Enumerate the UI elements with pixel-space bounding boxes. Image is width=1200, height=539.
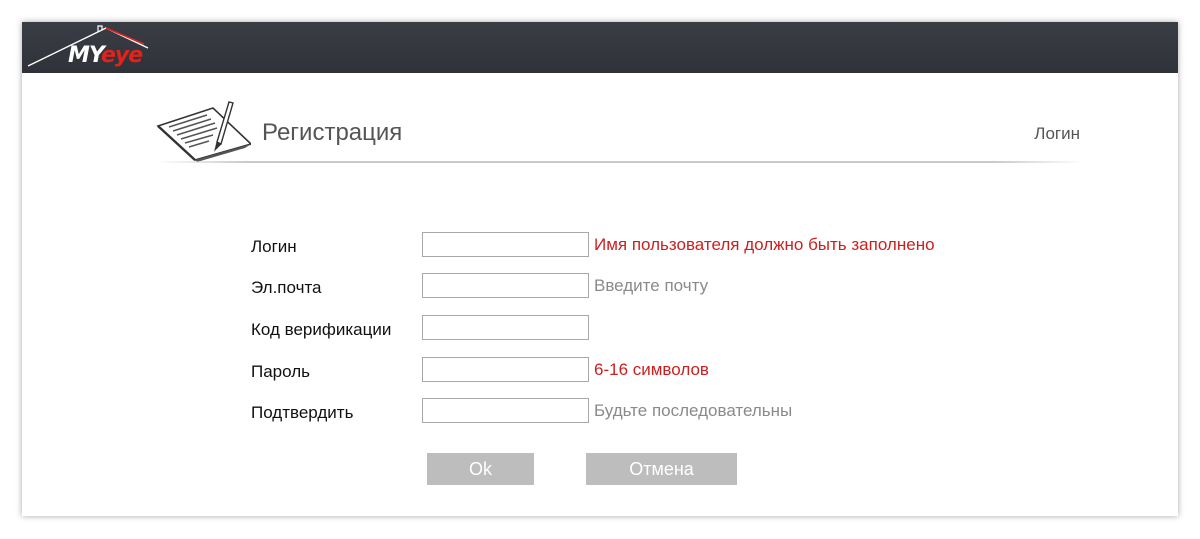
ok-button[interactable]: Ok <box>427 453 534 485</box>
email-label: Эл.почта <box>251 278 322 297</box>
form-row-verification: Код верификации <box>251 315 1011 343</box>
login-label: Логин <box>251 237 297 256</box>
confirm-password-label: Подтвердить <box>251 403 354 422</box>
confirm-password-input[interactable] <box>422 398 589 423</box>
email-hint: Введите почту <box>594 276 709 295</box>
logo-text: MYeye <box>68 43 143 68</box>
password-label: Пароль <box>251 362 310 381</box>
verification-code-input[interactable] <box>422 315 589 340</box>
confirm-password-hint: Будьте последовательны <box>594 401 793 420</box>
login-hint: Имя пользователя должно быть заполнено <box>594 235 935 254</box>
cancel-button[interactable]: Отмена <box>586 453 737 485</box>
header-divider <box>155 161 1085 163</box>
top-bar: MYeye <box>22 22 1178 73</box>
login-input[interactable] <box>422 232 589 257</box>
email-input[interactable] <box>422 273 589 298</box>
form-row-login: Логин Имя пользователя должно быть запол… <box>251 232 1011 260</box>
form-row-confirm: Подтвердить Будьте последовательны <box>251 398 1011 426</box>
form-row-password: Пароль 6-16 символов <box>251 357 1011 385</box>
logo: MYeye <box>26 22 156 73</box>
registration-window: MYeye <box>22 22 1178 516</box>
page-title: Регистрация <box>262 119 403 146</box>
document-pen-icon <box>156 101 251 162</box>
logo-accent-text: eye <box>101 43 143 68</box>
password-input[interactable] <box>422 357 589 382</box>
page-header: Регистрация Логин <box>155 100 1080 162</box>
form-row-email: Эл.почта Введите почту <box>251 273 1011 301</box>
login-link[interactable]: Логин <box>1034 124 1080 144</box>
logo-main-text: MY <box>68 43 102 68</box>
password-hint: 6-16 символов <box>594 360 709 379</box>
verification-code-label: Код верификации <box>251 320 392 339</box>
